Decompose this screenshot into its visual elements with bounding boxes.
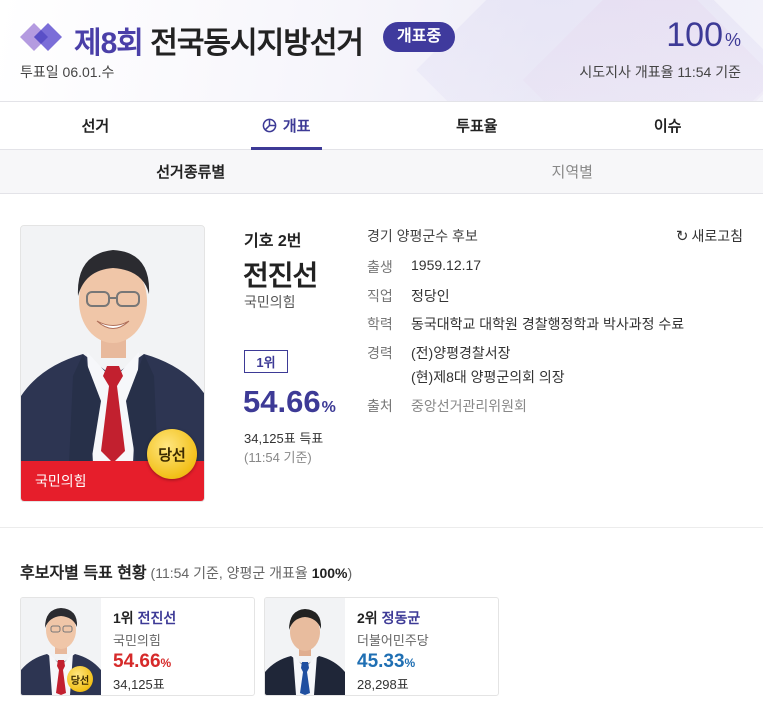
profile-career: 경력 (전)양평경찰서장 (현)제8대 양평군의회 의장 [367,340,737,391]
candidate-percent: 45.33% [357,651,416,672]
sub-tabs: 선거종류별 지역별 [0,150,763,194]
profile-job: 직업 정당인 [367,287,450,304]
candidate-votes: 28,298표 [357,677,409,692]
count-rate-caption: 시도지사 개표율 11:54 기준 [579,64,741,80]
candidate-card[interactable]: 당선 1위 전진선 국민의힘 54.66% 34,125표 [20,597,255,696]
refresh-button[interactable]: ↻ 새로고침 [676,226,743,246]
career-item: (전)양평경찰서장 [411,344,511,361]
candidate-photo [21,226,204,463]
candidate-party: 더불어민주당 [357,633,429,648]
subtab-by-region[interactable]: 지역별 [382,150,763,193]
candidate-votes: 34,125표 [113,677,165,692]
candidate-count-time: (11:54 기준) [244,450,312,465]
profile-birth: 출생 1959.12.17 [367,257,482,275]
elected-badge-small: 당선 [67,666,93,692]
tab-turnout[interactable]: 투표율 [382,102,573,149]
election-logo-icon [20,23,62,51]
career-item: (현)제8대 양평군의회 의장 [411,368,565,385]
tab-issue[interactable]: 이슈 [572,102,763,149]
candidate-party: 국민의힘 [113,633,161,648]
candidate-profile: 경기 양평군수 후보 출생 1959.12.17 직업 정당인 학력 동국대학교 대학… [367,226,737,421]
refresh-icon: ↻ [675,228,689,245]
main-tabs: 선거 개표 투표율 이슈 [0,102,763,150]
pie-chart-icon [262,118,277,133]
candidate-party: 국민의힘 [244,294,296,310]
live-count-badge: 개표중 [383,22,456,52]
candidate-number: 기호 2번 [244,233,302,250]
profile-education: 학력 동국대학교 대학원 경찰행정학과 박사과정 수료 [367,316,685,332]
election-header: 제8회 전국동시지방선거 개표중 투표일 06.01.수 100% 시도지사 개… [0,0,763,102]
vote-date: 투표일 06.01.수 [20,64,115,80]
tab-election[interactable]: 선거 [0,102,191,149]
overall-count-rate: 100% [666,16,741,54]
candidate-thumbnail [265,598,345,695]
rank-badge: 1위 [244,350,288,373]
section-divider [0,527,763,528]
page-title: 제8회 전국동시지방선거 [74,27,364,60]
candidate-card[interactable]: 2위 정동균 더불어민주당 45.33% 28,298표 [264,597,499,696]
candidate-rank-name: 1위 전진선 [113,610,177,626]
tab-count[interactable]: 개표 [191,102,382,150]
candidate-percent: 54.66% [113,651,172,672]
profile-source: 출처 중앙선거관리위원회 [367,397,527,414]
candidate-vote-percent: 54.66% [243,384,336,419]
candidate-photo-card: 국민의힘 당선 [20,225,205,502]
candidate-rank-name: 2위 정동균 [357,610,421,626]
candidate-vote-count: 34,125표 득표 [244,431,324,446]
elected-badge: 당선 [147,429,197,479]
section-title: 후보자별 득표 현황 (11:54 기준, 양평군 개표율 100%) [20,565,353,582]
candidate-name: 전진선 [243,260,318,291]
subtab-by-election-type[interactable]: 선거종류별 [0,150,382,193]
